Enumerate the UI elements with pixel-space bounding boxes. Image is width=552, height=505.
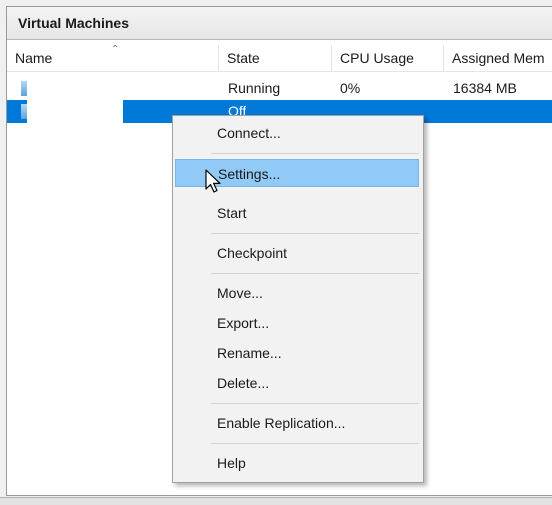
panel-title: Virtual Machines xyxy=(7,7,552,40)
menu-item-rename[interactable]: Rename... xyxy=(175,339,419,367)
menu-item-checkpoint[interactable]: Checkpoint xyxy=(175,239,419,267)
menu-item-move[interactable]: Move... xyxy=(175,279,419,307)
vm-list-header: Name ⌃ State CPU Usage Assigned Mem xyxy=(7,45,552,72)
menu-separator xyxy=(211,233,419,234)
menu-item-help[interactable]: Help xyxy=(175,449,419,477)
column-header-assigned-memory[interactable]: Assigned Mem xyxy=(444,45,552,71)
menu-separator xyxy=(211,403,419,404)
menu-separator xyxy=(211,273,419,274)
vm-cpu-usage: 0% xyxy=(340,80,361,96)
menu-item-export[interactable]: Export... xyxy=(175,309,419,337)
menu-item-enable-replication[interactable]: Enable Replication... xyxy=(175,409,419,437)
vm-state: Running xyxy=(228,80,281,96)
column-header-name-label: Name xyxy=(15,50,53,66)
column-header-state[interactable]: State xyxy=(219,45,332,71)
vm-assigned-memory: 16384 MB xyxy=(453,80,517,96)
sort-ascending-icon: ⌃ xyxy=(111,45,120,55)
mouse-pointer-icon xyxy=(205,169,221,193)
redacted-name-mask xyxy=(27,73,123,137)
menu-separator xyxy=(211,153,419,154)
menu-item-start[interactable]: Start xyxy=(175,199,419,227)
menu-separator xyxy=(211,443,419,444)
column-header-cpu-usage[interactable]: CPU Usage xyxy=(332,45,444,71)
column-header-name[interactable]: Name ⌃ xyxy=(7,45,219,71)
menu-item-delete[interactable]: Delete... xyxy=(175,369,419,397)
menu-item-connect[interactable]: Connect... xyxy=(175,119,419,147)
